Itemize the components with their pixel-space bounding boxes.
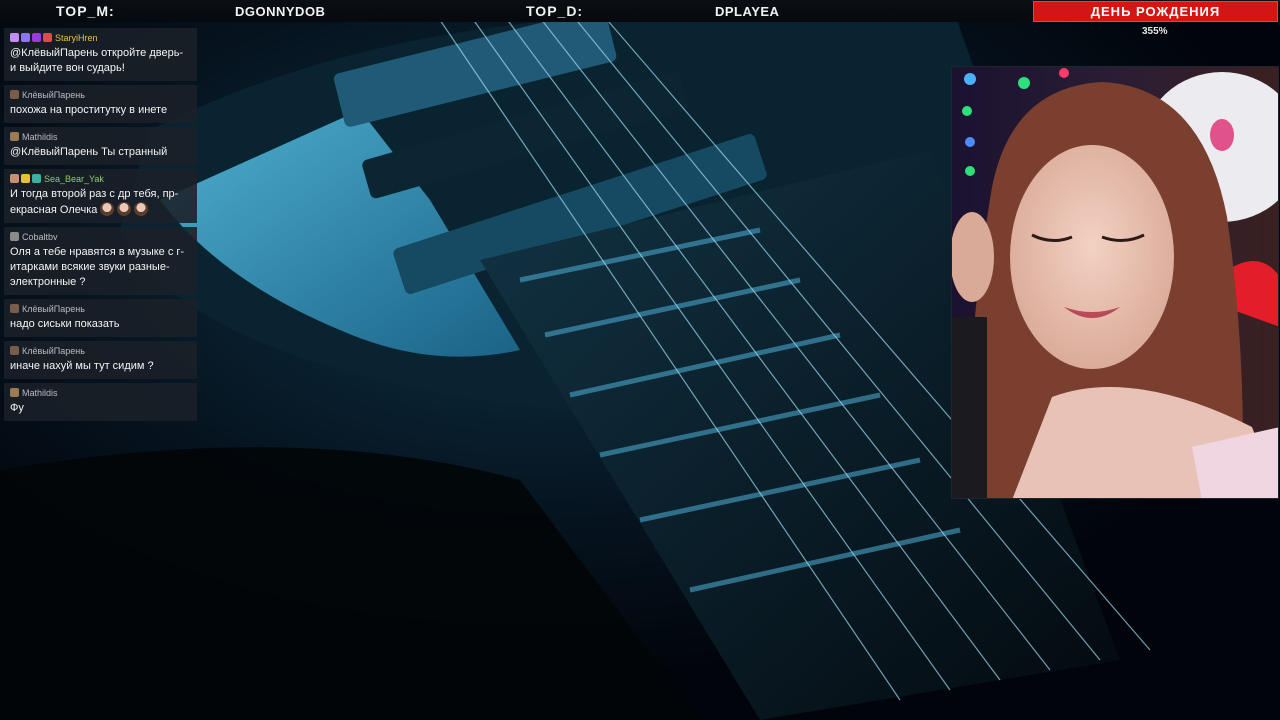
chat-username[interactable]: КлёвыйПарень — [22, 346, 85, 356]
chat-badge-icon — [21, 33, 30, 42]
chat-text: @КлёвыйПарень Ты странный — [10, 146, 168, 158]
chat-badge-icon — [10, 33, 19, 42]
webcam-icon — [952, 67, 1278, 498]
chat-badge-icon — [32, 33, 41, 42]
top-m-label: TOP_M: — [56, 3, 115, 19]
chat-badge-icon — [10, 304, 19, 313]
chat-text: Фу — [10, 402, 24, 414]
chat-username[interactable]: КлёвыйПарень — [22, 90, 85, 100]
chat-badge-icon — [10, 174, 19, 183]
chat-badge-icon — [21, 174, 30, 183]
chat-badge-icon — [10, 90, 19, 99]
top-d-name: DPLAYEA — [715, 4, 780, 19]
chat-message-header: Mathildis — [10, 387, 191, 398]
chat-message-text: @КлёвыйПарень Ты странный — [10, 145, 191, 160]
chat-username[interactable]: Mathildis — [22, 388, 58, 398]
donation-goal-banner: ДЕНЬ РОЖДЕНИЯ — [1033, 1, 1278, 22]
chat-text: надо сиськи показать — [10, 318, 120, 330]
chat-message-text: И тогда второй раз с др тебя, пр- екрасн… — [10, 187, 191, 218]
chat-username[interactable]: Cobaltbv — [22, 232, 58, 242]
chat-message: Mathildis Фу — [4, 383, 197, 421]
chat-message-text: иначе нахуй мы тут сидим ? — [10, 359, 191, 374]
chat-username[interactable]: Sea_Bear_Yak — [44, 174, 104, 184]
chat-badge-icon — [10, 388, 19, 397]
chat-text: похожа на проститутку в инете — [10, 104, 168, 116]
chat-badge-icon — [32, 174, 41, 183]
chat-message-header: Mathildis — [10, 131, 191, 142]
chat-message-header: КлёвыйПарень — [10, 89, 191, 100]
chat-message: КлёвыйПарень надо сиськи показать — [4, 299, 197, 337]
chat-message: КлёвыйПарень иначе нахуй мы тут сидим ? — [4, 341, 197, 379]
top-d-label: TOP_D: — [526, 3, 584, 19]
chat-message-text: Оля а тебе нравятся в музыке с г- итарка… — [10, 245, 191, 290]
chat-message: StaryiHren @КлёвыйПарень откройте дверь- … — [4, 28, 197, 81]
chat-message-header: Sea_Bear_Yak — [10, 173, 191, 184]
chat-username[interactable]: StaryiHren — [55, 33, 98, 43]
chat-badge-icon — [10, 232, 19, 241]
chat-text: И тогда второй раз с др тебя, пр- екрасн… — [10, 188, 179, 216]
chat-message-header: StaryiHren — [10, 32, 191, 43]
chat-username[interactable]: КлёвыйПарень — [22, 304, 85, 314]
chat-text: иначе нахуй мы тут сидим ? — [10, 360, 154, 372]
chat-message: Sea_Bear_Yak И тогда второй раз с др тебя… — [4, 169, 197, 223]
chat-message-text: похожа на проститутку в инете — [10, 103, 191, 118]
chat-message: Mathildis @КлёвыйПарень Ты странный — [4, 127, 197, 165]
donation-goal-percent: 355% — [1142, 26, 1168, 37]
chat-overlay: StaryiHren @КлёвыйПарень откройте дверь- … — [4, 28, 197, 425]
streamer-webcam — [951, 66, 1279, 499]
chat-emote-icon — [117, 202, 132, 216]
chat-message-text: @КлёвыйПарень откройте дверь- и выйдите … — [10, 46, 191, 76]
chat-badge-icon — [43, 33, 52, 42]
chat-badge-icon — [10, 346, 19, 355]
chat-message: КлёвыйПарень похожа на проститутку в инет… — [4, 85, 197, 123]
chat-message-header: КлёвыйПарень — [10, 303, 191, 314]
chat-message-header: Cobaltbv — [10, 231, 191, 242]
chat-emote-icon — [134, 202, 149, 216]
chat-badge-icon — [10, 132, 19, 141]
chat-message-text: надо сиськи показать — [10, 317, 191, 332]
chat-username[interactable]: Mathildis — [22, 132, 58, 142]
chat-text: @КлёвыйПарень откройте дверь- и выйдите … — [10, 47, 184, 74]
chat-emote-icon — [100, 202, 115, 216]
chat-message-text: Фу — [10, 401, 191, 416]
top-m-name: DGONNYDOB — [235, 4, 326, 19]
chat-message: Cobaltbv Оля а тебе нравятся в музыке с г… — [4, 227, 197, 295]
chat-message-header: КлёвыйПарень — [10, 345, 191, 356]
chat-text: Оля а тебе нравятся в музыке с г- итарка… — [10, 246, 185, 288]
